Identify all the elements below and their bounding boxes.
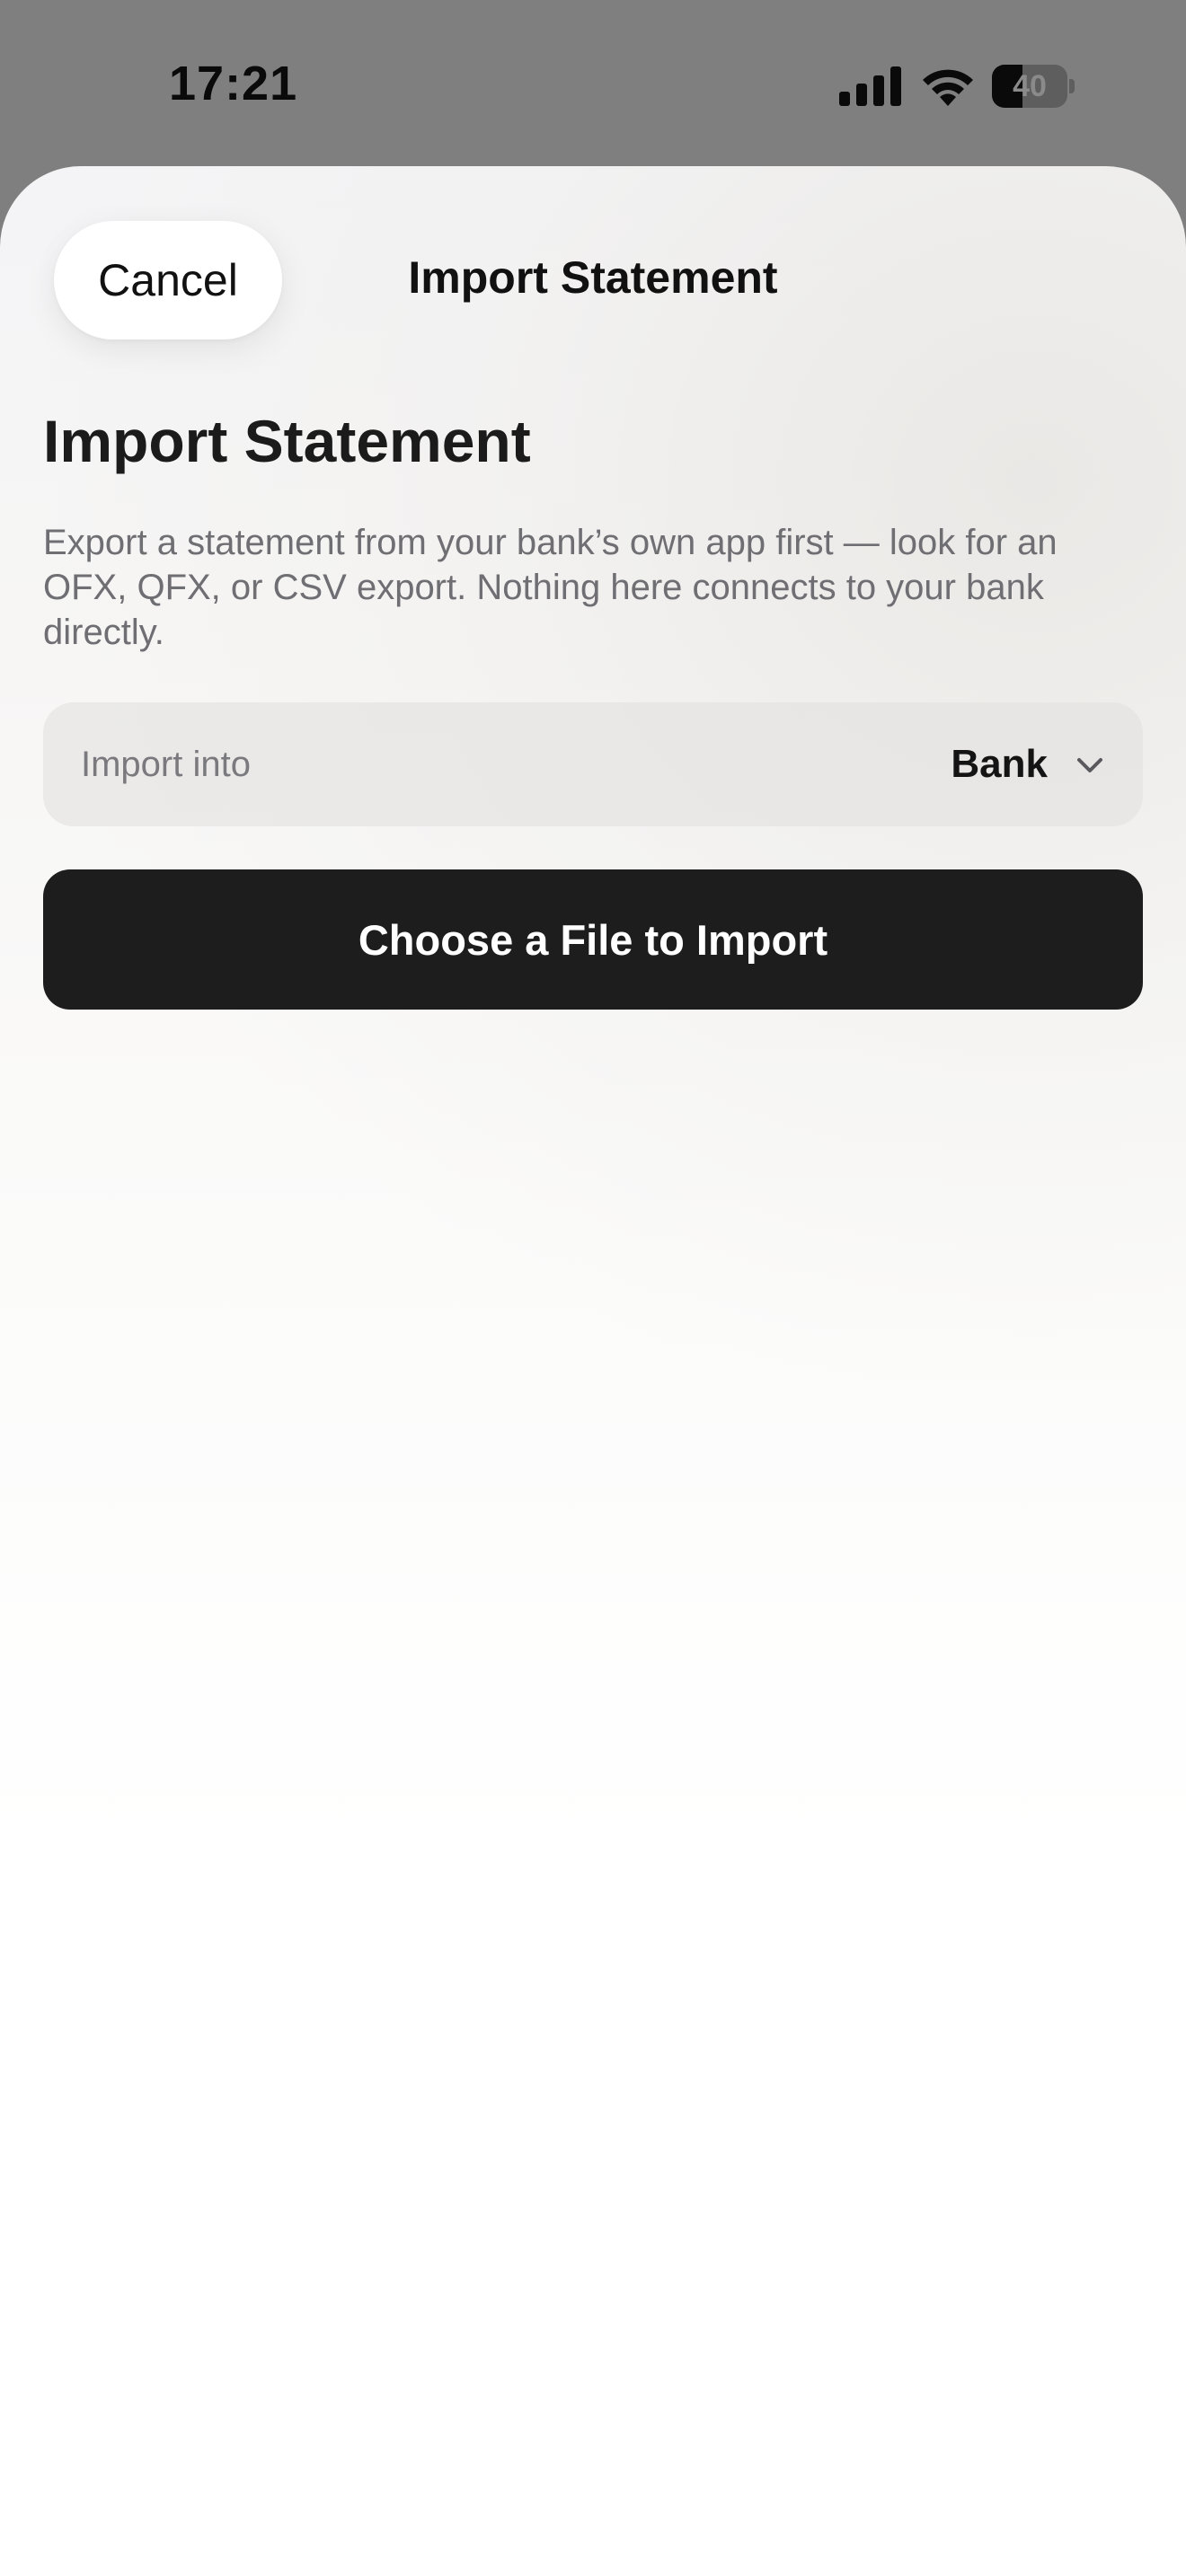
import-sheet: Cancel Import Statement Import Statement… — [0, 166, 1186, 2576]
chevron-down-icon — [1077, 758, 1102, 772]
nav-title: Import Statement — [408, 252, 778, 303]
description-text: Export a statement from your bank’s own … — [43, 523, 1058, 652]
import-into-value: Bank — [951, 742, 1048, 786]
battery-icon: 40 — [992, 65, 1075, 108]
import-into-label: Import into — [81, 745, 251, 784]
status-bar: 17:21 40 — [0, 0, 1186, 166]
import-into-picker[interactable]: Import into Bank — [43, 702, 1143, 826]
signal-icon — [839, 66, 901, 106]
page-title: Import Statement — [43, 408, 531, 474]
status-time: 17:21 — [169, 57, 298, 110]
battery-level: 40 — [1013, 69, 1047, 103]
choose-file-button[interactable]: Choose a File to Import — [43, 869, 1143, 1010]
wifi-icon — [923, 69, 973, 106]
